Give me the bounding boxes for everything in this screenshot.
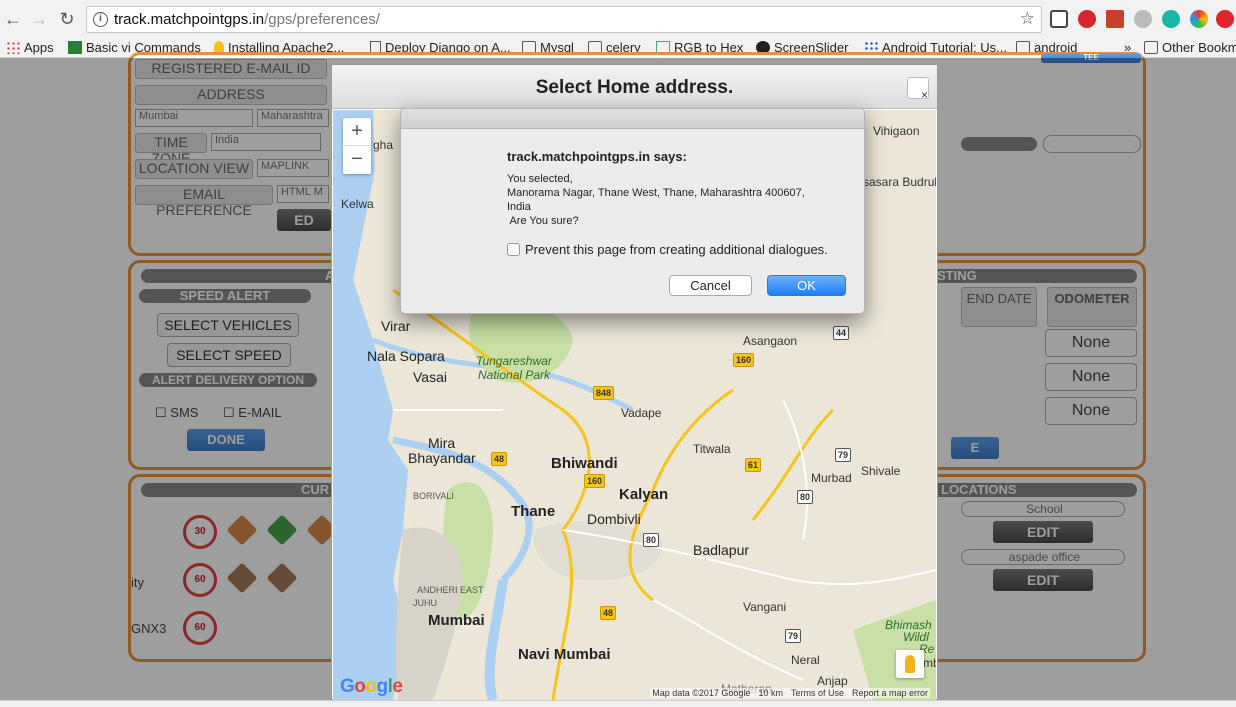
modal-title: Select Home address. bbox=[535, 77, 734, 98]
browser-toolbar: ← → ↻ i track.matchpointgps.in/gps/prefe… bbox=[0, 0, 1236, 38]
address-bar[interactable]: i track.matchpointgps.in/gps/preferences… bbox=[86, 6, 1042, 33]
map-label: Vadape bbox=[621, 406, 662, 420]
extension-gear-icon[interactable] bbox=[1134, 10, 1152, 28]
map-label: Bhiwandi bbox=[551, 455, 618, 472]
cs-icon bbox=[68, 41, 82, 54]
map-label: Dombivli bbox=[587, 511, 641, 527]
road-shield: 79 bbox=[785, 629, 802, 643]
street-view-pegman-icon[interactable] bbox=[896, 650, 924, 678]
map-label: mb bbox=[923, 656, 936, 670]
zoom-in-button[interactable]: + bbox=[343, 118, 371, 146]
extension-m-icon[interactable] bbox=[1162, 10, 1180, 28]
apps-grid-icon bbox=[6, 41, 20, 54]
status-bar bbox=[0, 700, 1236, 707]
map-label: gha bbox=[373, 138, 394, 152]
opera-icon[interactable] bbox=[1216, 10, 1234, 28]
map-label: National Park bbox=[478, 368, 551, 382]
road-shield: 160 bbox=[733, 353, 755, 367]
map-label: BORIVALI bbox=[413, 491, 454, 501]
google-logo: Google bbox=[340, 676, 403, 697]
report-error-link[interactable]: Report a map error bbox=[852, 688, 928, 698]
pinterest-icon[interactable] bbox=[1078, 10, 1096, 28]
extension-book-icon[interactable] bbox=[1106, 10, 1124, 28]
map-label: Vasai bbox=[413, 369, 447, 385]
zoom-control[interactable]: + − bbox=[343, 118, 371, 174]
map-data-text: Map data ©2017 Google bbox=[652, 688, 751, 698]
zoom-out-button[interactable]: − bbox=[343, 146, 371, 174]
map-label: Titwala bbox=[693, 442, 731, 456]
map-label: Bhayandar bbox=[408, 450, 476, 466]
map-label: JUHU bbox=[413, 598, 437, 608]
map-label: Mira bbox=[428, 435, 456, 451]
terms-link[interactable]: Terms of Use bbox=[791, 688, 844, 698]
road-shield: 80 bbox=[797, 490, 814, 504]
map-label: Vangani bbox=[743, 600, 787, 614]
forward-arrow-icon[interactable]: → bbox=[28, 8, 50, 30]
map-label: Navi Mumbai bbox=[518, 646, 611, 663]
road-shield: 48 bbox=[491, 452, 508, 466]
highway-61 bbox=[751, 408, 835, 521]
road-murbad bbox=[782, 399, 808, 541]
map-label: sasara Budruk bbox=[863, 175, 936, 189]
thane-creek bbox=[484, 579, 508, 700]
bookmark-apps[interactable]: Apps bbox=[6, 40, 54, 55]
map-label: Tungareshwar bbox=[476, 354, 552, 368]
checkbox-box[interactable] bbox=[507, 243, 520, 256]
reload-icon[interactable]: ↻ bbox=[56, 8, 78, 30]
back-arrow-icon[interactable]: ← bbox=[2, 8, 24, 30]
cancel-button[interactable]: Cancel bbox=[669, 275, 752, 296]
road-shield: 61 bbox=[745, 458, 762, 472]
map-label: ANDHERI EAST bbox=[417, 585, 484, 595]
extension-icon[interactable] bbox=[1050, 10, 1068, 28]
dialog-title: track.matchpointgps.in says: bbox=[507, 149, 687, 164]
modal-header: Select Home address. × bbox=[332, 65, 937, 109]
confirm-dialog: track.matchpointgps.in says: You selecte… bbox=[400, 108, 865, 314]
map-label: Neral bbox=[791, 653, 820, 667]
dialog-message: You selected, Manorama Nagar, Thane West… bbox=[507, 173, 805, 227]
kalyan-urban bbox=[533, 521, 663, 580]
map-label: Vihigaon bbox=[873, 124, 920, 138]
close-icon[interactable]: × bbox=[907, 77, 929, 102]
map-label: Murbad bbox=[811, 471, 852, 485]
road-shield: 848 bbox=[593, 386, 615, 400]
dialog-titlebar bbox=[401, 109, 864, 129]
map-label: Thane bbox=[511, 503, 556, 520]
map-label: Nala Sopara bbox=[367, 348, 445, 364]
prevent-dialogs-checkbox[interactable]: Prevent this page from creating addition… bbox=[507, 242, 828, 257]
url-text[interactable]: track.matchpointgps.in/gps/preferences/ bbox=[114, 11, 380, 28]
prevent-dialogs-label: Prevent this page from creating addition… bbox=[525, 242, 828, 257]
chrome-extension-icon[interactable] bbox=[1190, 10, 1208, 28]
road-shield: 160 bbox=[584, 474, 606, 488]
map-label: Kalyan bbox=[619, 486, 669, 503]
road-shield: 79 bbox=[835, 448, 852, 462]
bookmark-star-icon[interactable]: ☆ bbox=[1020, 9, 1035, 29]
ok-button[interactable]: OK bbox=[767, 275, 846, 296]
folder-icon bbox=[1144, 41, 1158, 54]
map-scale[interactable]: 10 km bbox=[758, 688, 783, 698]
map-label: Kelwa bbox=[341, 197, 374, 211]
road-shield: 44 bbox=[833, 326, 850, 340]
map-attribution: Map data ©2017 Google 10 km Terms of Use… bbox=[650, 688, 930, 698]
bookmark-other[interactable]: Other Bookm bbox=[1144, 40, 1236, 55]
map-label: Anjap bbox=[817, 674, 848, 688]
map-label: Badlapur bbox=[693, 542, 750, 558]
road-shield: 48 bbox=[600, 606, 617, 620]
map-label: Mumbai bbox=[428, 612, 485, 629]
road-shield: 80 bbox=[643, 533, 660, 547]
site-info-icon[interactable]: i bbox=[93, 12, 108, 27]
map-label: Shivale bbox=[861, 464, 901, 478]
map-label: Virar bbox=[381, 318, 411, 334]
map-label: Asangaon bbox=[743, 334, 798, 348]
